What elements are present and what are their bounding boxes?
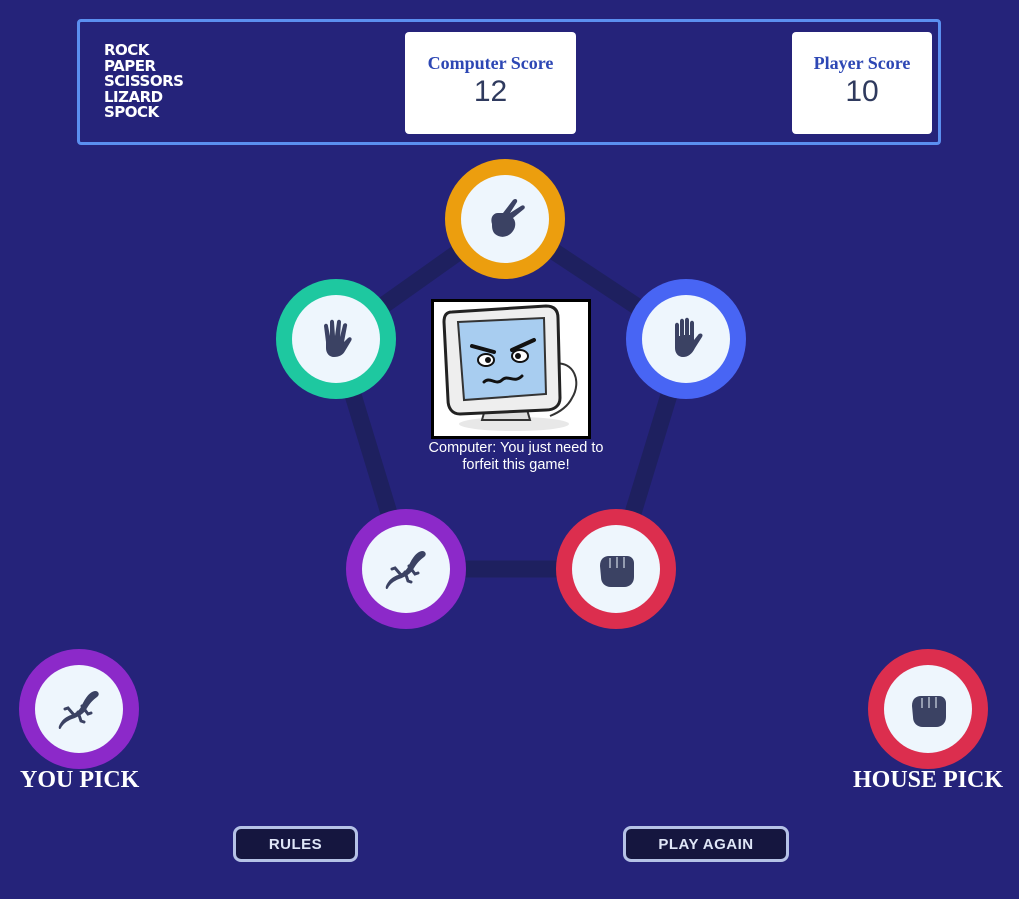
you-pick-token	[19, 649, 139, 769]
rock-token[interactable]	[556, 509, 676, 629]
house-pick-token	[868, 649, 988, 769]
scissors-token[interactable]	[445, 159, 565, 279]
computer-avatar	[431, 299, 591, 439]
spock-token[interactable]	[276, 279, 396, 399]
rock-icon	[912, 696, 946, 727]
scissors-icon	[491, 198, 525, 237]
lizard-icon	[58, 691, 99, 730]
spock-icon	[324, 319, 352, 357]
computer-message: Computer: You just need to forfeit this …	[428, 440, 604, 473]
angry-computer-icon	[442, 304, 578, 431]
rock-icon	[600, 556, 634, 587]
lizard-icon	[385, 551, 426, 590]
paper-token[interactable]	[626, 279, 746, 399]
rules-button[interactable]: RULES	[233, 826, 358, 862]
play-again-button[interactable]: PLAY AGAIN	[623, 826, 789, 862]
lizard-token[interactable]	[346, 509, 466, 629]
house-pick-label: HOUSE PICK	[853, 767, 1004, 793]
paper-icon	[675, 317, 703, 357]
you-pick-label: YOU PICK	[20, 767, 140, 793]
